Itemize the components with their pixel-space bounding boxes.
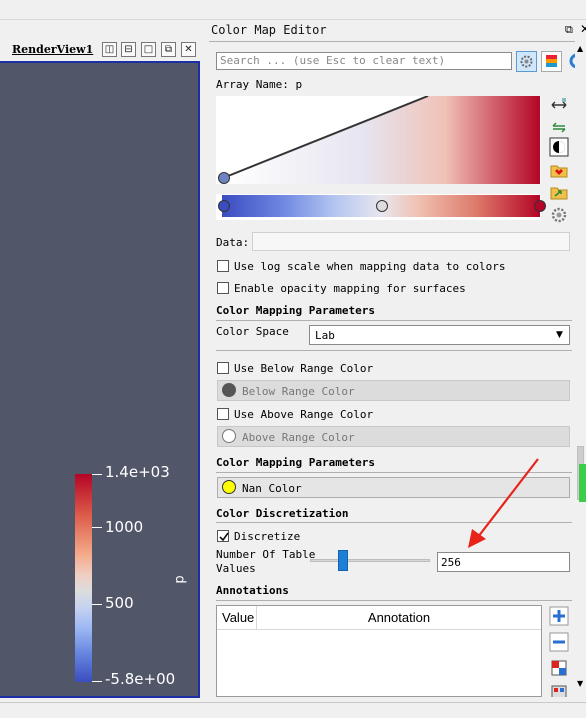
invert-button[interactable] [549,137,569,157]
scalar-bar-label: 1000 [105,518,144,536]
vertical-scrollbar[interactable] [575,42,586,697]
opacity-mapping-label: Enable opacity mapping for surfaces [234,282,466,295]
scrollbar-indicator [579,464,586,502]
table-values-slider-handle[interactable] [338,550,348,571]
divider [216,350,572,351]
remove-annotation-button[interactable] [549,632,569,652]
palette-icon [551,685,567,697]
status-bar [0,702,586,718]
above-range-checkbox-label: Use Above Range Color [234,408,374,421]
column-header-annotation[interactable]: Annotation [257,606,541,630]
scalar-bar-max-label: 1.4e+03 [105,463,170,481]
range-custom-icon [552,122,566,133]
scalar-bar-tick [92,681,102,682]
render-viewport[interactable] [0,61,200,698]
scalar-bar-min-label: -5.8e+00 [105,670,176,688]
maximize-button[interactable]: □ [141,42,156,57]
color-space-label: Color Space [216,325,289,338]
scalar-bar [75,474,92,682]
divider [209,41,575,42]
rescale-custom-range-button[interactable] [549,117,569,137]
below-range-swatch [222,383,236,397]
folder-heart-icon [550,165,568,178]
table-values-label-2: Values [216,562,256,575]
top-toolbar-strip [0,0,586,20]
color-control-point-min[interactable] [218,200,230,212]
gear-icon [520,55,533,68]
scroll-down-icon[interactable]: ▼ [577,679,583,688]
data-value-field[interactable] [252,232,570,251]
above-range-checkbox[interactable] [217,408,229,420]
opacity-editor[interactable] [216,96,541,184]
save-preset-button[interactable] [549,182,569,202]
section-header-mapping-params-2: Color Mapping Parameters [216,456,375,469]
rescale-to-data-range-button[interactable] [549,95,569,115]
annotation-extra-button[interactable] [549,683,569,697]
column-header-value[interactable]: Value [217,606,257,630]
below-range-checkbox[interactable] [217,362,229,374]
close-view-button[interactable]: ✕ [181,42,196,57]
close-panel-icon[interactable]: ✕ [580,22,586,36]
palette-icon [546,55,557,67]
above-range-swatch [222,429,236,443]
section-header-annotations: Annotations [216,584,289,597]
color-control-point-mid[interactable] [376,200,388,212]
opacity-control-point[interactable] [218,172,230,184]
float-panel-icon[interactable]: ⧉ [565,23,573,37]
annotation-data-button[interactable] [549,658,569,678]
color-control-point-max[interactable] [534,200,546,212]
color-space-select[interactable]: Lab [309,325,570,345]
below-range-color-label: Below Range Color [242,385,355,398]
splitter[interactable] [204,20,208,702]
minus-icon [549,632,569,652]
split-horizontal-button[interactable]: ◫ [102,42,117,57]
add-annotation-button[interactable] [549,606,569,626]
checkmark-icon [219,532,229,542]
scalar-bar-label: 500 [105,594,134,612]
advanced-settings-button[interactable] [516,51,537,72]
below-range-checkbox-label: Use Below Range Color [234,362,374,375]
array-name-label: Array Name: p [216,78,303,91]
settings-button[interactable] [549,205,569,225]
scalar-bar-tick [92,474,102,475]
scroll-up-icon[interactable]: ▲ [577,44,583,53]
table-values-label: Number Of Table [216,548,316,561]
range-arrows-icon [551,98,567,109]
above-range-color-label: Above Range Color [242,431,355,444]
divider [216,320,572,321]
invert-icon [549,137,569,157]
plus-icon [549,606,569,626]
table-values-slider-track[interactable] [310,559,430,562]
gear-icon [551,207,567,223]
choose-preset-button[interactable] [549,160,569,180]
section-header-discretization: Color Discretization [216,507,349,520]
discretize-checkbox[interactable] [217,530,229,542]
nan-color-swatch [222,480,236,494]
opacity-mapping-checkbox[interactable] [217,282,229,294]
table-grid-icon [551,660,567,676]
presets-button[interactable] [541,51,562,72]
log-scale-label: Use log scale when mapping data to color… [234,260,506,273]
search-input[interactable]: Search ... (use Esc to clear text) [216,52,512,70]
split-vertical-button[interactable]: ⊟ [121,42,136,57]
scalar-bar-tick [92,604,102,605]
section-header-mapping-params: Color Mapping Parameters [216,304,375,317]
panel-title: Color Map Editor [211,23,327,37]
folder-arrow-icon [550,187,568,200]
discretize-label: Discretize [234,530,301,543]
data-label: Data: [216,236,250,249]
chevron-down-icon[interactable]: ▼ [556,330,563,340]
divider [216,600,572,601]
undock-button[interactable]: ⧉ [161,42,176,57]
scalar-bar-tick [92,527,102,528]
log-scale-checkbox[interactable] [217,260,229,272]
scalar-bar-title: p [172,575,188,584]
render-view-title[interactable]: RenderView1 [12,43,93,56]
nan-color-label: Nan Color [242,482,302,495]
table-values-input[interactable]: 256 [437,552,570,572]
annotation-arrow [468,458,539,548]
